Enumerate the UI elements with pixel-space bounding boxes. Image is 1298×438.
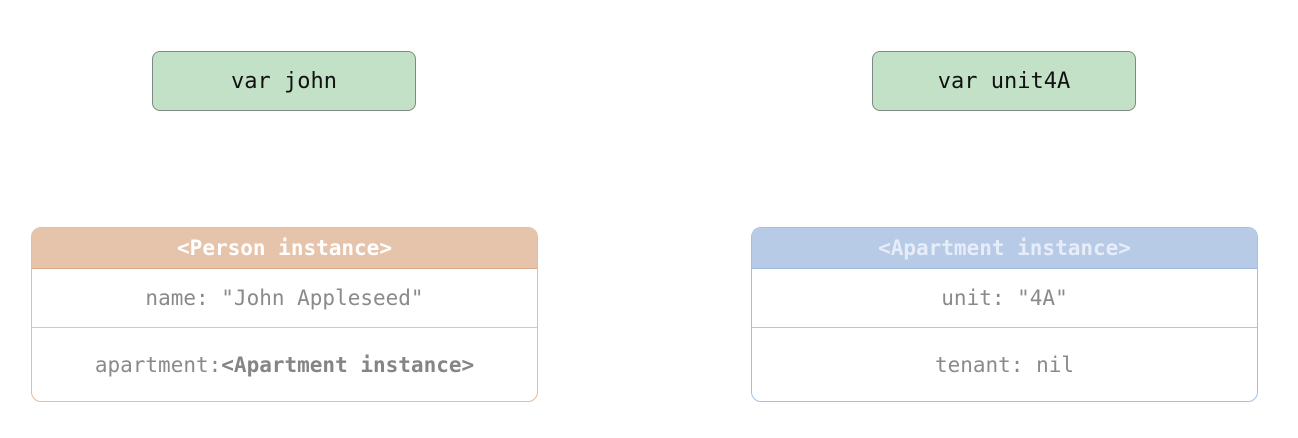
person-instance-title: <Person instance> [177, 236, 392, 260]
variable-unit4a-box: var unit4A [872, 51, 1136, 111]
variable-unit4a-label: var unit4A [937, 68, 1071, 94]
person-name-text: name: "John Appleseed" [145, 286, 424, 310]
person-instance-card: <Person instance> name: "John Appleseed"… [31, 227, 538, 402]
person-apartment-row: apartment: <Apartment instance> [32, 328, 537, 401]
apartment-tenant-row: tenant: nil [752, 328, 1257, 401]
apartment-tenant-text: tenant: nil [934, 353, 1075, 377]
person-apartment-value: <Apartment instance> [221, 353, 475, 377]
person-name-row: name: "John Appleseed" [32, 269, 537, 328]
variable-john-label: var john [231, 68, 337, 94]
person-apartment-label: apartment: [94, 353, 222, 377]
person-instance-header: <Person instance> [32, 228, 537, 269]
apartment-instance-card: <Apartment instance> unit: "4A" tenant: … [751, 227, 1258, 402]
variable-john-box: var john [152, 51, 416, 111]
apartment-unit-text: unit: "4A" [941, 286, 1068, 310]
apartment-unit-row: unit: "4A" [752, 269, 1257, 328]
apartment-instance-title: <Apartment instance> [878, 236, 1131, 260]
apartment-instance-header: <Apartment instance> [752, 228, 1257, 269]
